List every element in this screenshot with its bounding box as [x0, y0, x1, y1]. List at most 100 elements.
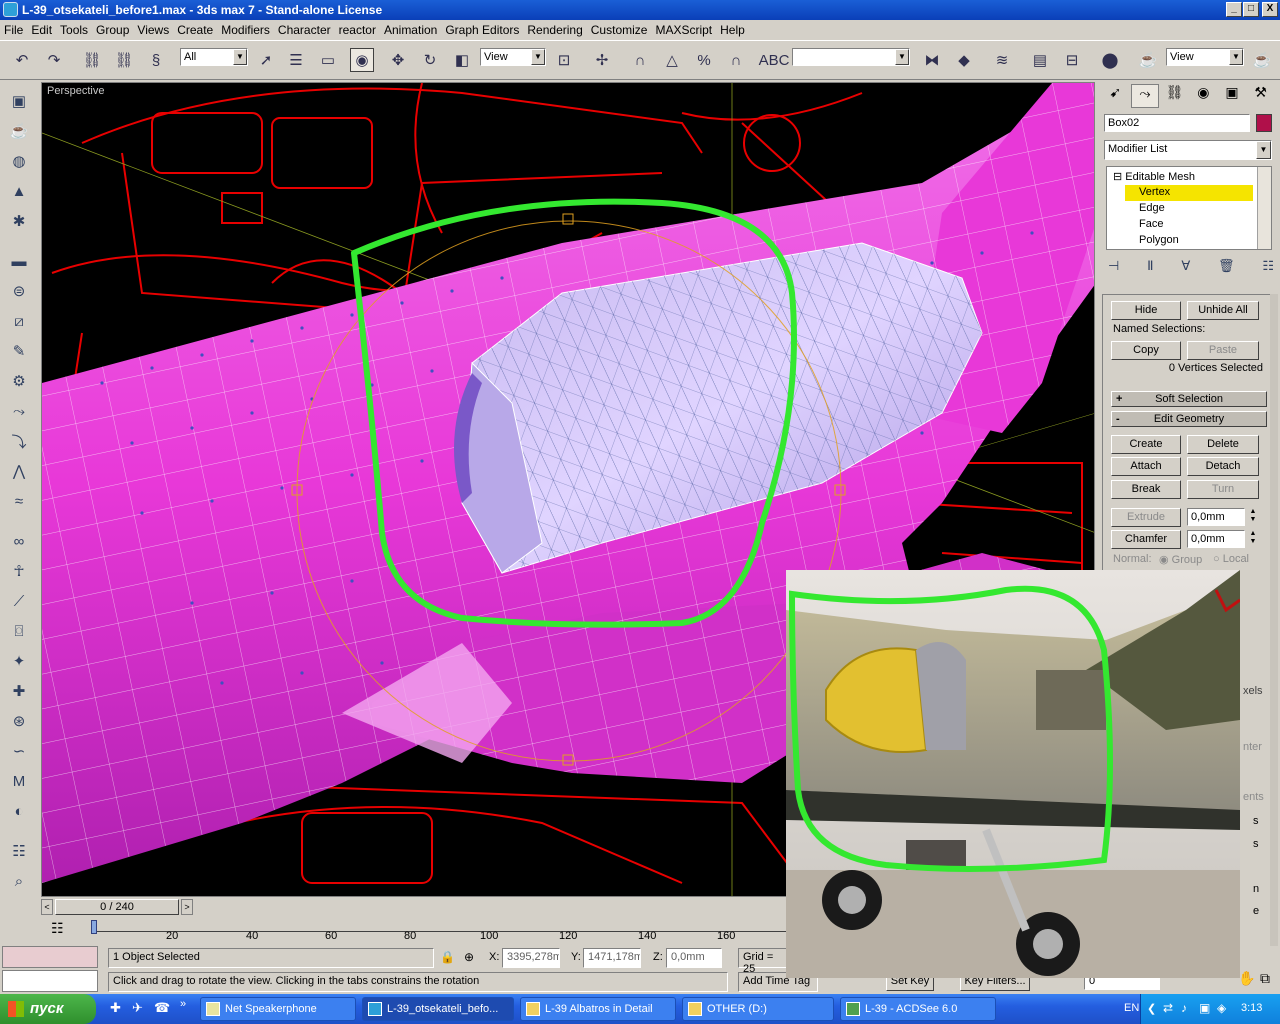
volume-icon[interactable]: ♪	[1181, 1001, 1187, 1015]
select-and-move-icon[interactable]: ✥	[386, 48, 410, 72]
select-and-rotate-icon[interactable]: ↻	[418, 48, 442, 72]
maxscript-listener-pink[interactable]	[2, 946, 98, 968]
taskbar-item[interactable]: L-39 - ACDSee 6.0	[840, 997, 996, 1021]
maxscript-listener-white[interactable]	[2, 970, 98, 992]
taskbar-item[interactable]: L-39_otsekateli_befo...	[362, 997, 514, 1021]
gear-icon[interactable]: ⚙	[6, 368, 32, 394]
schematic-view-icon[interactable]: ⊟	[1060, 48, 1084, 72]
pin-stack-icon[interactable]: ⊣	[1108, 258, 1119, 278]
menu-customize[interactable]: Customize	[587, 20, 652, 39]
local-radio[interactable]: ○ Local	[1213, 553, 1249, 565]
object-color-swatch[interactable]	[1256, 114, 1272, 132]
camera-icon[interactable]: ⌼	[6, 618, 32, 644]
time-cursor[interactable]	[91, 920, 97, 934]
bind-space-warp-icon[interactable]: §	[144, 48, 168, 72]
menu-graph-editors[interactable]: Graph Editors	[441, 20, 523, 39]
chamfer-button[interactable]: Chamfer	[1111, 530, 1181, 549]
quick-launch-icon[interactable]: ✚	[110, 1000, 121, 1016]
detach-button[interactable]: Detach	[1187, 457, 1259, 476]
biped-icon[interactable]: ☥	[6, 558, 32, 584]
paint-icon[interactable]: ✎	[6, 338, 32, 364]
teapot-icon[interactable]: ☕	[6, 118, 32, 144]
create-tab-icon[interactable]: ➹	[1102, 84, 1129, 108]
render-icon[interactable]: ◐	[6, 798, 32, 824]
select-and-scale-icon[interactable]: ◧	[450, 48, 474, 72]
modifier-list-dropdown[interactable]: Modifier List ▼	[1104, 140, 1272, 160]
space-warp-icon[interactable]: ⊛	[6, 708, 32, 734]
curve-editor-icon[interactable]: ▤	[1028, 48, 1052, 72]
create-box-icon[interactable]: ▣	[6, 88, 32, 114]
z-coordinate-field[interactable]: 0,0mm	[666, 948, 722, 968]
bone-icon[interactable]: ⟋	[6, 588, 32, 614]
configure-modifier-sets-icon[interactable]: ☷	[1262, 258, 1274, 278]
maximize-button[interactable]: □	[1243, 2, 1259, 17]
menu-file[interactable]: File	[0, 20, 27, 39]
network-icon[interactable]: ⇄	[1163, 1001, 1173, 1015]
selection-filter-dropdown[interactable]: All ▼	[180, 48, 248, 66]
percent-snap-icon[interactable]: %	[692, 48, 716, 72]
tube-icon[interactable]: ⧄	[6, 308, 32, 334]
quick-launch-icon[interactable]: ☎	[154, 1000, 170, 1016]
stack-item-face[interactable]: Face	[1139, 218, 1163, 230]
named-selection-dropdown[interactable]: ▼	[792, 48, 910, 66]
maximize-viewport-icon[interactable]: ⧉	[1260, 970, 1270, 987]
align-icon[interactable]: ◆	[952, 48, 976, 72]
taskbar-item[interactable]: L-39 Albatros in Detail	[520, 997, 676, 1021]
stack-item-edge[interactable]: Edge	[1139, 202, 1165, 214]
create-button[interactable]: Create	[1111, 435, 1181, 454]
render-type-dropdown[interactable]: View ▼	[1166, 48, 1244, 66]
mirror-icon[interactable]: ⧓	[920, 48, 944, 72]
delete-button[interactable]: Delete	[1187, 435, 1259, 454]
frame-indicator[interactable]: 0 / 240	[55, 899, 179, 915]
light-icon[interactable]: ✦	[6, 648, 32, 674]
chevron-left-icon[interactable]: <	[41, 899, 53, 915]
lock-icon[interactable]: 🔒	[440, 950, 455, 964]
close-button[interactable]: X	[1262, 2, 1278, 17]
curve-editor-mini-icon[interactable]: ☷	[51, 920, 64, 937]
modifier-stack[interactable]: ⊟ Editable Mesh Vertex Edge Face Polygon	[1106, 166, 1272, 250]
select-object-icon[interactable]: ➚	[254, 48, 278, 72]
show-end-result-icon[interactable]: Ⅱ	[1147, 258, 1153, 278]
menu-create[interactable]: Create	[173, 20, 217, 39]
cylinder-icon[interactable]: ⊜	[6, 278, 32, 304]
viewport-label[interactable]: Perspective	[47, 85, 104, 97]
menu-animation[interactable]: Animation	[380, 20, 441, 39]
chamfer-spinner[interactable]: ▲ ▼	[1247, 530, 1259, 548]
copy-button[interactable]: Copy	[1111, 341, 1181, 360]
ref-coord-system-dropdown[interactable]: View ▼	[480, 48, 546, 66]
taskbar-item[interactable]: OTHER (D:)	[682, 997, 834, 1021]
menu-group[interactable]: Group	[92, 20, 133, 39]
menu-rendering[interactable]: Rendering	[523, 20, 586, 39]
menu-character[interactable]: Character	[274, 20, 335, 39]
link-icon[interactable]: ∞	[6, 528, 32, 554]
soft-selection-rollout[interactable]: + Soft Selection	[1111, 391, 1267, 407]
language-indicator[interactable]: EN	[1124, 1002, 1139, 1014]
layer-manager-icon[interactable]: ≋	[990, 48, 1014, 72]
make-unique-icon[interactable]: ∀	[1181, 258, 1190, 278]
attach-button[interactable]: Attach	[1111, 457, 1181, 476]
tray-app-icon[interactable]: ▣	[1199, 1001, 1210, 1015]
sphere-icon[interactable]: ◍	[6, 148, 32, 174]
quick-render-icon[interactable]: ☕	[1250, 48, 1274, 72]
group-radio[interactable]: ◉ Group	[1159, 553, 1202, 566]
tray-expand-icon[interactable]: ❮	[1147, 1002, 1156, 1015]
menu-edit[interactable]: Edit	[27, 20, 56, 39]
chamfer-amount-field[interactable]: 0,0mm	[1187, 530, 1245, 548]
absolute-mode-icon[interactable]: ⊕	[464, 950, 474, 964]
rectangular-selection-icon[interactable]: ▭	[316, 48, 340, 72]
snap-toggle-icon[interactable]: ∩	[628, 48, 652, 72]
hide-button[interactable]: Hide	[1111, 301, 1181, 320]
star-icon[interactable]: ✱	[6, 208, 32, 234]
app-icon[interactable]	[3, 2, 18, 17]
wave-modifier-icon[interactable]: ≈	[6, 488, 32, 514]
material-editor-icon[interactable]: ⬤	[1098, 48, 1122, 72]
taper-modifier-icon[interactable]: ⋀	[6, 458, 32, 484]
pivot-center-icon[interactable]: ⊡	[552, 48, 576, 72]
menu-tools[interactable]: Tools	[56, 20, 92, 39]
spinner-snap-icon[interactable]: ∩	[724, 48, 748, 72]
twist-modifier-icon[interactable]: ⤵	[6, 428, 32, 454]
x-coordinate-field[interactable]: 3395,278m	[502, 948, 560, 968]
select-by-name-icon[interactable]: ☰	[284, 48, 308, 72]
extrude-spinner[interactable]: ▲ ▼	[1247, 508, 1259, 526]
menu-reactor[interactable]: reactor	[335, 20, 380, 39]
